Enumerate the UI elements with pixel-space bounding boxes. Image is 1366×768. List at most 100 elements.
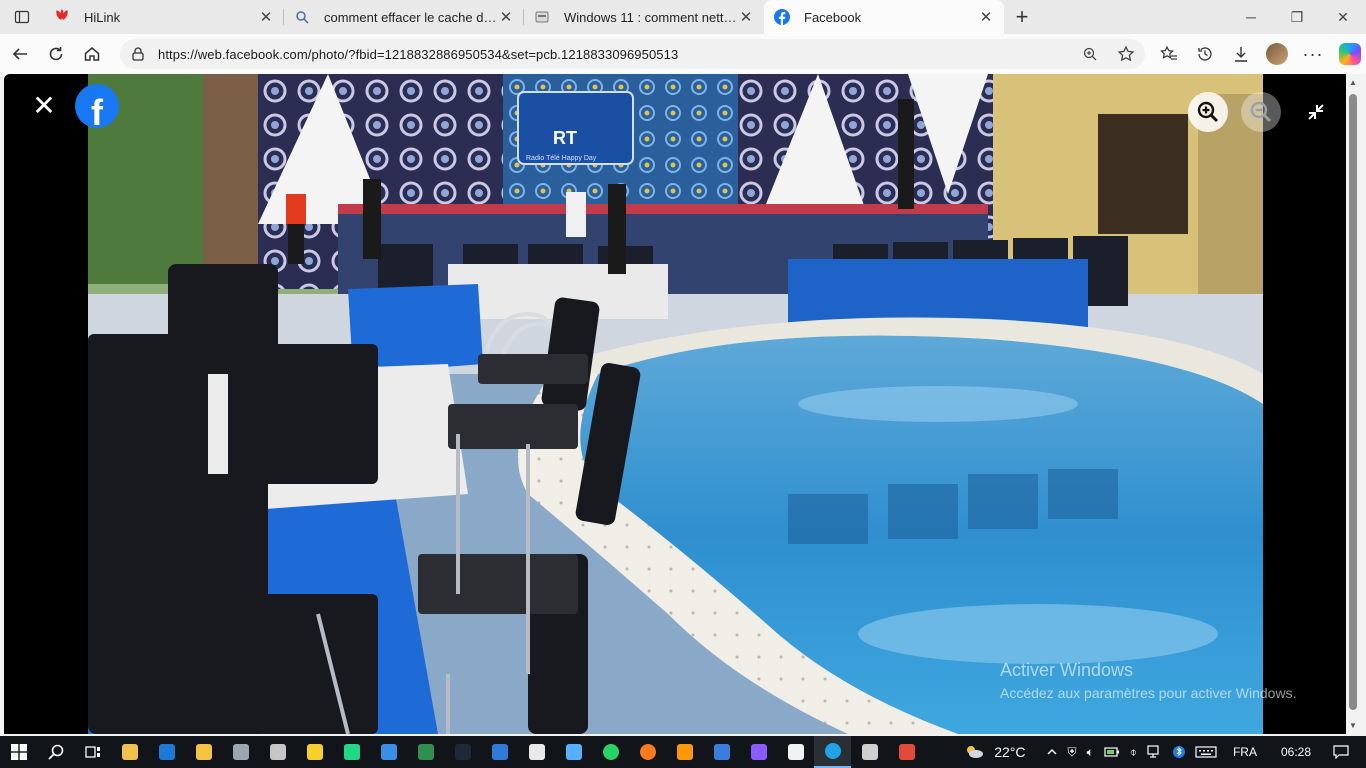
firefox-taskbar-button[interactable]	[629, 736, 666, 768]
store-taskbar-button[interactable]	[481, 736, 518, 768]
tab-windows-article[interactable]: Windows 11 : comment nettoyer l ✕	[524, 0, 764, 34]
battery-icon[interactable]	[1099, 746, 1125, 758]
scroll-up-icon[interactable]: ▲	[1346, 78, 1360, 87]
speaker-icon[interactable]: 🔈︎	[1082, 745, 1099, 760]
outlook-icon	[158, 744, 175, 760]
camera-icon[interactable]: ⌽	[1125, 745, 1142, 760]
page-scrollbar[interactable]: ▲ ▼	[1346, 74, 1360, 734]
pinned-apps	[111, 736, 925, 768]
profile-avatar[interactable]	[1266, 43, 1288, 65]
tab-strip: HiLink ✕ comment effacer le cache des lo…	[0, 0, 1366, 34]
close-window-icon[interactable]: ✕	[1320, 0, 1366, 34]
whatsapp-taskbar-button[interactable]	[592, 736, 629, 768]
tab-actions-icon	[14, 10, 30, 24]
refresh-button[interactable]	[38, 36, 74, 72]
minimize-icon[interactable]: ─	[1228, 0, 1274, 34]
tab-close-icon[interactable]: ✕	[738, 8, 754, 26]
copilot-icon	[750, 744, 767, 760]
notifications-icon[interactable]	[1328, 745, 1354, 759]
pycharm-taskbar-button[interactable]	[333, 736, 370, 768]
network-icon[interactable]	[1142, 745, 1168, 759]
new-tab-button[interactable]: +	[1004, 0, 1040, 34]
keyboard-icon[interactable]	[1190, 745, 1222, 759]
taskbar: 22°C ⛨ 🔈︎ ⌽ FRA 06:28	[0, 736, 1366, 768]
zoom-out-icon	[1250, 101, 1272, 123]
settings-taskbar-button[interactable]	[851, 736, 888, 768]
tab-actions-button[interactable]	[0, 0, 44, 34]
search-button[interactable]	[37, 736, 74, 768]
download-icon[interactable]	[1225, 38, 1257, 70]
file-explorer-taskbar-button[interactable]	[111, 736, 148, 768]
tab-close-icon[interactable]: ✕	[258, 8, 274, 26]
app-taskbar-button[interactable]	[407, 736, 444, 768]
tab-facebook[interactable]: Facebook ✕	[764, 0, 1004, 34]
photos-taskbar-button[interactable]	[555, 736, 592, 768]
sticky-notes-taskbar-button[interactable]	[296, 736, 333, 768]
more-menu-icon[interactable]: ···	[1297, 38, 1329, 70]
scroll-down-icon[interactable]: ▼	[1346, 721, 1360, 730]
scroll-thumb[interactable]	[1349, 94, 1357, 710]
zoom-icon[interactable]	[1079, 43, 1101, 65]
tab-title: Windows 11 : comment nettoyer l	[564, 9, 738, 25]
sublime-icon	[676, 744, 693, 760]
exit-fullscreen-button[interactable]	[1302, 98, 1330, 126]
task-view-icon	[84, 746, 100, 758]
folder-icon	[195, 744, 212, 760]
search-icon	[294, 9, 310, 25]
start-button[interactable]	[0, 736, 37, 768]
calculator-taskbar-button[interactable]	[259, 736, 296, 768]
edge-taskbar-button[interactable]	[814, 736, 851, 768]
file-explorer-icon	[121, 744, 138, 760]
address-bar[interactable]: https://web.facebook.com/photo/?fbid=121…	[120, 39, 1145, 69]
tab-close-icon[interactable]: ✕	[978, 8, 994, 26]
app-taskbar-button[interactable]	[888, 736, 925, 768]
bluetooth-icon[interactable]	[1168, 744, 1190, 760]
close-viewer-icon[interactable]: ✕	[30, 92, 58, 120]
favorite-star-icon[interactable]	[1115, 43, 1137, 65]
outlook-taskbar-button[interactable]	[148, 736, 185, 768]
back-button[interactable]	[2, 36, 38, 72]
sublime-taskbar-button[interactable]	[666, 736, 703, 768]
clock-time[interactable]: 06:28	[1276, 745, 1316, 759]
whatsapp-desktop-icon	[528, 744, 545, 760]
calculator-icon	[269, 744, 286, 760]
zoom-out-button[interactable]	[1241, 92, 1281, 132]
whatsapp-desktop-taskbar-button[interactable]	[518, 736, 555, 768]
article-icon	[534, 9, 550, 25]
sign-subtitle: Radio Télé Happy Day	[526, 155, 597, 162]
tab-close-icon[interactable]: ✕	[498, 8, 514, 26]
tab-hilink[interactable]: HiLink ✕	[44, 0, 284, 34]
remote-desktop-taskbar-button[interactable]	[370, 736, 407, 768]
folder-taskbar-button[interactable]	[185, 736, 222, 768]
settings-icon	[861, 744, 878, 760]
event-photo[interactable]: RT Radio Télé Happy Day	[88, 74, 1263, 734]
collapse-icon	[1308, 104, 1324, 120]
copilot-taskbar-button[interactable]	[740, 736, 777, 768]
history-icon[interactable]	[1189, 38, 1221, 70]
zoom-in-button[interactable]	[1188, 92, 1228, 132]
paint-taskbar-button[interactable]	[777, 736, 814, 768]
tab-search[interactable]: comment effacer le cache des log ✕	[284, 0, 524, 34]
task-view-button[interactable]	[74, 736, 111, 768]
edge-icon	[824, 743, 841, 759]
app-taskbar-button[interactable]	[222, 736, 259, 768]
tab-title: comment effacer le cache des log	[324, 9, 498, 25]
weather-icon[interactable]	[959, 744, 989, 760]
favorites-icon[interactable]	[1153, 38, 1185, 70]
language-indicator[interactable]: FRA	[1228, 745, 1262, 759]
zoom-in-icon	[1197, 101, 1219, 123]
tab-title: Facebook	[804, 9, 862, 25]
weather-temperature[interactable]: 22°C	[989, 744, 1030, 760]
app-icon	[232, 744, 249, 760]
defender-icon[interactable]: ⛨	[1063, 745, 1082, 760]
facebook-logo[interactable]: f	[75, 84, 119, 128]
vscode-taskbar-button[interactable]	[703, 736, 740, 768]
restore-icon[interactable]: ❐	[1274, 0, 1320, 34]
site-info-icon[interactable]	[130, 46, 146, 62]
home-button[interactable]	[74, 36, 110, 72]
copilot-icon[interactable]	[1339, 43, 1361, 65]
chevron-up-icon[interactable]	[1041, 746, 1063, 758]
window-controls: ─ ❐ ✕	[1228, 0, 1366, 34]
terminal-taskbar-button[interactable]	[444, 736, 481, 768]
paint-icon	[787, 744, 804, 760]
